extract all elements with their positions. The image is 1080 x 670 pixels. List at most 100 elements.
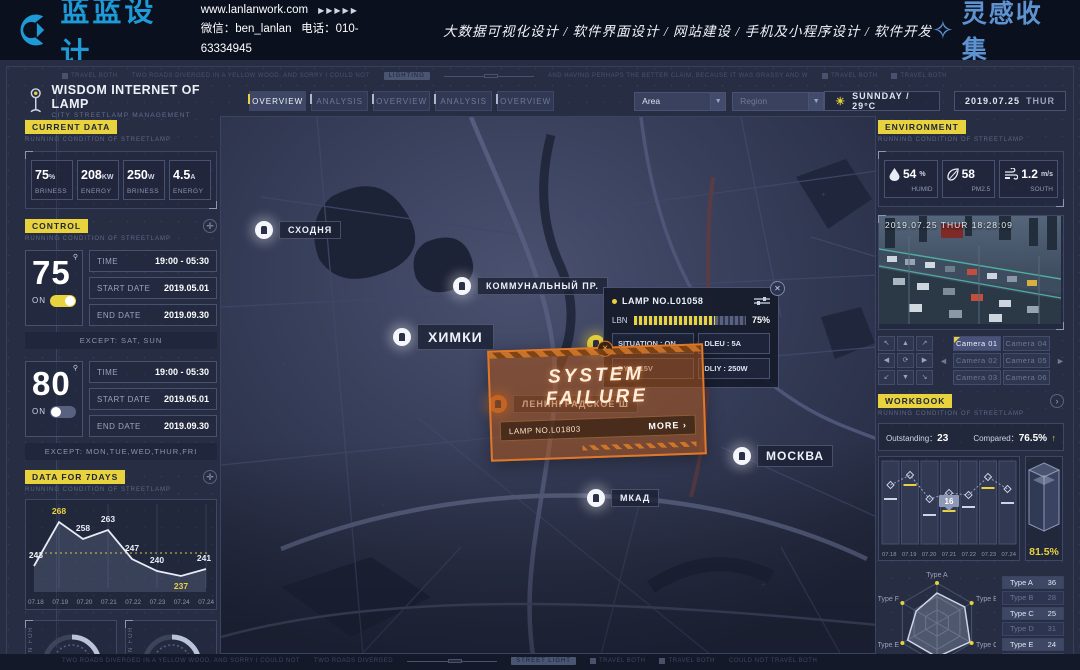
lbn-value: 75% bbox=[752, 315, 770, 325]
add-control-button[interactable]: ✛ bbox=[203, 219, 217, 233]
schedule-row[interactable]: TIME19:00 - 05:30 bbox=[89, 250, 217, 272]
weather-box: ☀ SUNNDAY / 29°C bbox=[824, 91, 940, 111]
deco-checkbox: TRAVEL BOTH bbox=[891, 73, 947, 79]
tab-analysis-1[interactable]: ANALYSIS bbox=[311, 91, 368, 111]
power-toggle[interactable] bbox=[50, 406, 76, 418]
schedule-row[interactable]: TIME19:00 - 05:30 bbox=[89, 361, 217, 383]
schedule-row[interactable]: END DATE2019.09.30 bbox=[89, 304, 217, 326]
pan-down-right-button[interactable]: ↘ bbox=[916, 370, 933, 385]
deco-checkbox: TRAVEL BOTH bbox=[822, 73, 878, 79]
tab-overview-2[interactable]: OVERVIEW bbox=[373, 91, 430, 111]
pin-lamp-icon bbox=[587, 489, 605, 507]
power-toggle[interactable] bbox=[50, 295, 76, 307]
left-column: CURRENT DATA RUNNING CONDITION OF STREET… bbox=[25, 120, 217, 670]
schedule-row[interactable]: START DATE2019.05.01 bbox=[89, 277, 217, 299]
except-bar: EXCEPT: SAT, SUN bbox=[25, 332, 217, 349]
wind-card: 1.2m/s SOUTH bbox=[999, 160, 1058, 198]
map-pin-skhodnya[interactable]: СХОДНЯ bbox=[255, 221, 341, 239]
chevron-down-icon: ▼ bbox=[808, 93, 823, 110]
panel-tag: CURRENT DATA bbox=[25, 120, 117, 134]
more-button[interactable]: MORE › bbox=[648, 420, 687, 431]
expand-chart-button[interactable]: ✛ bbox=[203, 470, 217, 484]
deco-checkbox: TRAVEL BOTH bbox=[659, 658, 715, 664]
camera-button-3[interactable]: Camera 03 bbox=[953, 370, 1001, 385]
city-map[interactable]: +++ ++ СХОДНЯ КОММУНАЛЬНЫЙ ПР. ХИМКИ ЗАВ bbox=[220, 116, 876, 654]
metric-card: 250W BRINESS bbox=[123, 160, 165, 200]
pin-lamp-icon bbox=[255, 221, 273, 239]
sliders-icon[interactable] bbox=[754, 296, 770, 306]
screenshot-stage: 蓝蓝设计 www.lanlanwork.com ▶▶▶▶▶ 微信：ben_lan… bbox=[0, 0, 1080, 670]
tab-analysis-2[interactable]: ANALYSIS bbox=[435, 91, 492, 111]
svg-text:241: 241 bbox=[197, 553, 211, 563]
panel-subtitle: RUNNING CONDITION OF STREETLAMP bbox=[25, 137, 217, 143]
system-failure-alert: ✕ SYSTEM FAILURE LAMP NO.L01803 MORE › bbox=[487, 343, 707, 461]
date-text: 2019.07.25 bbox=[965, 96, 1020, 106]
map-pin-kommunalny[interactable]: КОММУНАЛЬНЫЙ ПР. bbox=[453, 277, 608, 295]
type-c-button[interactable]: Type C25 bbox=[1002, 607, 1064, 621]
pan-up-right-button[interactable]: ↗ bbox=[916, 336, 933, 351]
svg-text:Type F: Type F bbox=[878, 596, 899, 603]
lighting-chip: LIGHTING bbox=[384, 72, 430, 80]
environment-panel: ENVIRONMENT RUNNING CONDITION OF STREETL… bbox=[878, 120, 1064, 207]
map-pin-khimki[interactable]: ХИМКИ bbox=[393, 324, 494, 350]
pan-up-button[interactable]: ▲ bbox=[897, 336, 914, 351]
close-icon[interactable]: ✕ bbox=[770, 281, 785, 296]
pin-lamp-icon bbox=[453, 277, 471, 295]
tab-overview-1[interactable]: OVERVIEW bbox=[249, 91, 306, 111]
alert-title: SYSTEM FAILURE bbox=[489, 351, 703, 421]
type-e-button[interactable]: Type E24 bbox=[1002, 638, 1064, 652]
chevron-right-icon[interactable]: › bbox=[1050, 394, 1064, 408]
camera-controls: ↖ ▲ ↗ ◀ ⟳ ▶ ↙ ▼ ↘ ◄ Camera 01 Camera 02 bbox=[878, 336, 1064, 385]
refresh-icon[interactable]: ⟳ bbox=[897, 353, 914, 368]
map-pin-moskva[interactable]: МОСКВА bbox=[733, 445, 833, 467]
pan-up-left-button[interactable]: ↖ bbox=[878, 336, 895, 351]
camera-list-next-button[interactable]: ► bbox=[1056, 336, 1064, 385]
workbook-stats: Outstanding：23 Compared：76.5% ↑ bbox=[878, 423, 1064, 451]
camera-button-1[interactable]: Camera 01 bbox=[953, 336, 1001, 351]
type-a-button[interactable]: Type A36 bbox=[1002, 576, 1064, 590]
brightness-slider-row[interactable]: LBN 75% bbox=[612, 315, 770, 325]
camera-button-5[interactable]: Camera 05 bbox=[1003, 353, 1051, 368]
brightness-value: 80 bbox=[32, 365, 76, 403]
map-pin-mkad[interactable]: МКАД bbox=[587, 489, 659, 507]
pan-down-left-button[interactable]: ↙ bbox=[878, 370, 895, 385]
current-data-cards: 75% BRINESS 208KW ENERGY 250W BRINESS 4.… bbox=[25, 151, 217, 209]
workbook-percent: 81.5% bbox=[1029, 546, 1059, 558]
brightness-bar[interactable] bbox=[634, 316, 746, 325]
dashboard: TRAVEL BOTH TWO ROADS DIVERGED IN A YELL… bbox=[0, 60, 1080, 670]
panel-tag: DATA FOR 7DAYS bbox=[25, 470, 125, 484]
camera-button-4[interactable]: Camera 04 bbox=[1003, 336, 1051, 351]
deco-checkbox: TRAVEL BOTH bbox=[62, 73, 118, 79]
lamp-mini-icon: ⚲ bbox=[73, 253, 78, 261]
type-b-button[interactable]: Type B28 bbox=[1002, 591, 1064, 605]
banner-contact: www.lanlanwork.com ▶▶▶▶▶ 微信：ben_lanlan 电… bbox=[201, 1, 401, 60]
pan-down-button[interactable]: ▼ bbox=[897, 370, 914, 385]
deco-checkbox: TRAVEL BOTH bbox=[590, 658, 646, 664]
chevron-down-icon: ▼ bbox=[710, 93, 725, 110]
collect-logo-text: 灵感收集 bbox=[962, 0, 1064, 66]
status-dot bbox=[612, 299, 617, 304]
schedule-row[interactable]: END DATE2019.09.30 bbox=[89, 415, 217, 437]
region-select[interactable]: Region ▼ bbox=[732, 92, 824, 111]
schedule-row[interactable]: START DATE2019.05.01 bbox=[89, 388, 217, 410]
pan-left-button[interactable]: ◀ bbox=[878, 353, 895, 368]
sun-icon: ☀ bbox=[835, 95, 846, 108]
camera-feed: 2019.07.25 THUR 18:28:09 bbox=[878, 215, 1064, 330]
pin-lamp-icon bbox=[393, 328, 411, 346]
camera-timestamp: 2019.07.25 THUR 18:28:09 bbox=[885, 220, 1013, 230]
pan-right-button[interactable]: ▶ bbox=[916, 353, 933, 368]
area-select[interactable]: Area ▼ bbox=[634, 92, 726, 111]
trend-up-icon: ↑ bbox=[1052, 433, 1057, 443]
camera-list-prev-button[interactable]: ◄ bbox=[939, 336, 947, 385]
brightness-value: 75 bbox=[32, 254, 76, 292]
banner-website[interactable]: www.lanlanwork.com bbox=[201, 1, 308, 21]
street-light-chip: STREET LIGHT bbox=[511, 657, 576, 665]
svg-text:Type B: Type B bbox=[976, 596, 996, 603]
tab-overview-3[interactable]: OVERVIEW bbox=[497, 91, 554, 111]
camera-button-6[interactable]: Camera 06 bbox=[1003, 370, 1051, 385]
type-d-button[interactable]: Type D31 bbox=[1002, 622, 1064, 636]
week-chart-x-axis: 07.1807.19 07.2007.21 07.2207.23 07.2407… bbox=[25, 597, 217, 610]
app-header: WISDOM INTERNET OF LAMP CITY STREETLAMP … bbox=[28, 86, 1066, 116]
popup-cell: DLEU : 5A bbox=[698, 333, 770, 354]
camera-button-2[interactable]: Camera 02 bbox=[953, 353, 1001, 368]
